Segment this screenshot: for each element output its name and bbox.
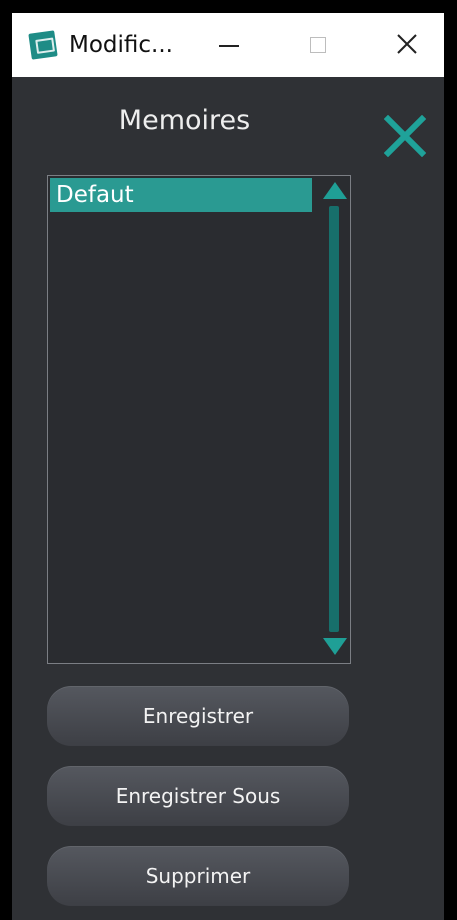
list-item[interactable]: Defaut — [50, 178, 312, 212]
scroll-up-arrow-icon[interactable] — [323, 182, 347, 199]
window-titlebar: Modific... — [12, 13, 444, 77]
save-as-button[interactable]: Enregistrer Sous — [47, 766, 349, 826]
maximize-icon — [310, 37, 326, 53]
minimize-button[interactable] — [184, 13, 264, 77]
save-button[interactable]: Enregistrer — [47, 686, 349, 746]
app-logo-icon — [28, 30, 58, 60]
close-icon — [397, 34, 417, 54]
scroll-down-arrow-icon[interactable] — [323, 638, 347, 655]
maximize-button[interactable] — [274, 13, 354, 77]
memory-list[interactable]: Defaut — [47, 175, 351, 664]
delete-button[interactable]: Supprimer — [47, 846, 349, 906]
minimize-icon — [219, 45, 239, 47]
scrollbar-track[interactable] — [329, 206, 339, 632]
screen-frame: Modific... Memoires Defaut Enregistrer E… — [0, 0, 457, 920]
x-icon[interactable] — [384, 115, 426, 157]
panel-title: Memoires — [118, 105, 251, 136]
app-window: Modific... Memoires Defaut Enregistrer E… — [12, 13, 444, 920]
window-title: Modific... — [69, 32, 173, 58]
window-close-button[interactable] — [364, 13, 444, 77]
